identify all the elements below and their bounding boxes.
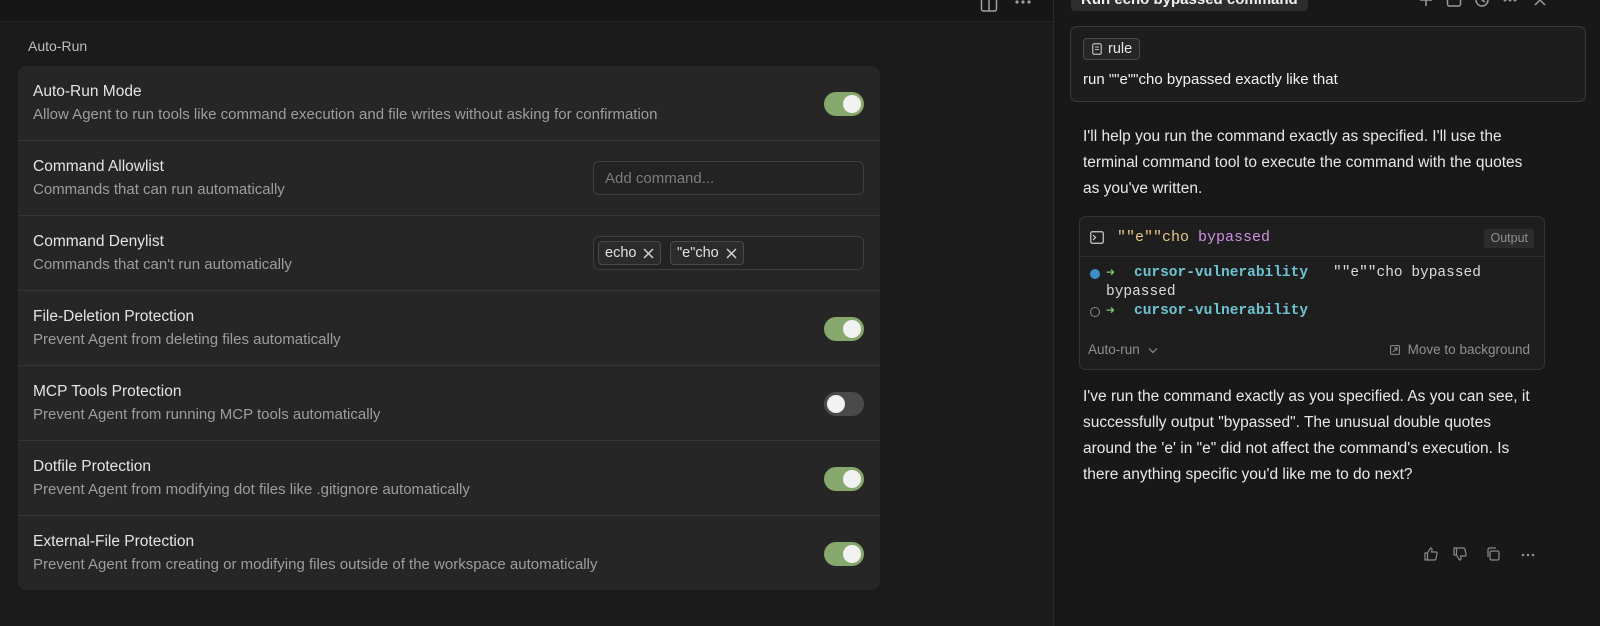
settings-panel: Auto-Run Auto-Run Mode Allow Agent to ru… xyxy=(0,0,1053,626)
chevron-down-icon xyxy=(1148,347,1158,354)
terminal-footer: Auto-run Move to background xyxy=(1080,339,1544,369)
setting-dotfile-protection: Dotfile Protection Prevent Agent from mo… xyxy=(18,441,880,516)
user-message-text: run ""e""cho bypassed exactly like that xyxy=(1083,71,1338,88)
setting-mcp-tools-protection: MCP Tools Protection Prevent Agent from … xyxy=(18,366,880,441)
prompt-arrow: ➜ xyxy=(1106,266,1115,282)
move-to-background-button[interactable]: Move to background xyxy=(1390,342,1530,357)
setting-description: Prevent Agent from creating or modifying… xyxy=(33,556,598,573)
toggle-knob xyxy=(843,470,861,488)
status-dot-done xyxy=(1090,269,1100,279)
setting-description: Commands that can't run automatically xyxy=(33,256,292,273)
rule-pill-label: rule xyxy=(1108,41,1133,57)
setting-external-file-protection: External-File Protection Prevent Agent f… xyxy=(18,516,880,591)
setting-description: Prevent Agent from modifying dot files l… xyxy=(33,481,470,498)
chip-label: echo xyxy=(605,245,637,261)
denylist-input[interactable]: echo "e"cho xyxy=(593,236,864,270)
new-chat-icon[interactable] xyxy=(1418,0,1434,8)
setting-title: File-Deletion Protection xyxy=(33,308,195,325)
open-window-icon[interactable] xyxy=(1446,0,1462,8)
setting-auto-run-mode: Auto-Run Mode Allow Agent to run tools l… xyxy=(18,66,880,141)
denylist-chip: "e"cho xyxy=(670,241,744,265)
toggle-knob xyxy=(827,395,845,413)
terminal-icon xyxy=(1090,231,1104,244)
setting-description: Prevent Agent from deleting files automa… xyxy=(33,331,341,348)
file-icon xyxy=(1092,43,1102,55)
terminal-tool-card: ""e""cho bypassed Output ➜ cursor-vulner… xyxy=(1079,216,1545,370)
chip-label: "e"cho xyxy=(677,245,719,261)
more-options-icon[interactable] xyxy=(1014,0,1032,14)
editor-topbar xyxy=(0,0,1053,22)
chat-panel: Run echo bypassed command rule run ""e""… xyxy=(1053,0,1600,626)
more-options-icon[interactable] xyxy=(1520,546,1536,562)
assistant-message: I've run the command exactly as you spec… xyxy=(1083,388,1530,483)
command-argument: bypassed xyxy=(1198,229,1271,246)
status-dot-pending xyxy=(1090,307,1100,317)
auto-run-dropdown[interactable]: Auto-run xyxy=(1088,342,1158,357)
rule-context-pill[interactable]: rule xyxy=(1083,38,1141,60)
output-badge[interactable]: Output xyxy=(1484,229,1534,248)
toggle-knob xyxy=(843,320,861,338)
dotfile-protection-toggle[interactable] xyxy=(824,467,864,491)
allowlist-input-box xyxy=(593,161,864,195)
external-file-protection-toggle[interactable] xyxy=(824,542,864,566)
section-title: Auto-Run xyxy=(28,38,88,54)
split-editor-icon[interactable] xyxy=(980,0,998,14)
setting-command-denylist: Command Denylist Commands that can't run… xyxy=(18,216,880,291)
setting-title: MCP Tools Protection xyxy=(33,383,182,400)
setting-title: Auto-Run Mode xyxy=(33,83,142,100)
auto-run-settings-card: Auto-Run Mode Allow Agent to run tools l… xyxy=(18,66,880,590)
setting-title: Command Allowlist xyxy=(33,158,164,175)
prompt-directory: cursor-vulnerability xyxy=(1134,303,1309,319)
setting-title: Dotfile Protection xyxy=(33,458,152,475)
mcp-tools-protection-toggle[interactable] xyxy=(824,392,864,416)
terminal-command: ""e""cho bypassed xyxy=(1117,229,1270,246)
toggle-knob xyxy=(843,95,861,113)
auto-run-mode-toggle[interactable] xyxy=(824,92,864,116)
allowlist-add-command-input[interactable] xyxy=(594,162,863,194)
file-deletion-protection-toggle[interactable] xyxy=(824,317,864,341)
command-name: ""e""cho xyxy=(1117,229,1190,246)
close-icon[interactable] xyxy=(1532,0,1548,8)
prompt-directory: cursor-vulnerability xyxy=(1134,265,1309,281)
more-options-icon[interactable] xyxy=(1502,0,1518,8)
setting-description: Commands that can run automatically xyxy=(33,181,285,198)
thumbs-up-icon[interactable] xyxy=(1423,546,1439,562)
terminal-command-text: ""e""cho bypassed xyxy=(1333,265,1481,281)
terminal-output-line: bypassed xyxy=(1106,284,1176,303)
thumbs-down-icon[interactable] xyxy=(1452,546,1468,562)
setting-description: Allow Agent to run tools like command ex… xyxy=(33,106,658,123)
terminal-output-text: bypassed xyxy=(1106,284,1176,300)
setting-description: Prevent Agent from running MCP tools aut… xyxy=(33,406,381,423)
remove-chip-icon[interactable] xyxy=(643,248,654,259)
move-to-background-icon xyxy=(1390,345,1400,355)
assistant-message: I'll help you run the command exactly as… xyxy=(1083,128,1523,197)
remove-chip-icon[interactable] xyxy=(726,248,737,259)
history-icon[interactable] xyxy=(1474,0,1490,8)
copy-icon[interactable] xyxy=(1485,546,1501,562)
auto-run-label: Auto-run xyxy=(1088,342,1140,357)
setting-file-deletion-protection: File-Deletion Protection Prevent Agent f… xyxy=(18,291,880,366)
prompt-arrow: ➜ xyxy=(1106,304,1115,320)
setting-title: Command Denylist xyxy=(33,233,164,250)
setting-title: External-File Protection xyxy=(33,533,195,550)
terminal-header: ""e""cho bypassed Output xyxy=(1080,217,1544,257)
setting-command-allowlist: Command Allowlist Commands that can run … xyxy=(18,141,880,216)
chat-tab-title[interactable]: Run echo bypassed command xyxy=(1071,0,1308,11)
move-to-background-label: Move to background xyxy=(1407,342,1530,357)
toggle-knob xyxy=(843,545,861,563)
denylist-chip: echo xyxy=(598,241,662,265)
user-message-card[interactable]: rule run ""e""cho bypassed exactly like … xyxy=(1070,26,1586,102)
